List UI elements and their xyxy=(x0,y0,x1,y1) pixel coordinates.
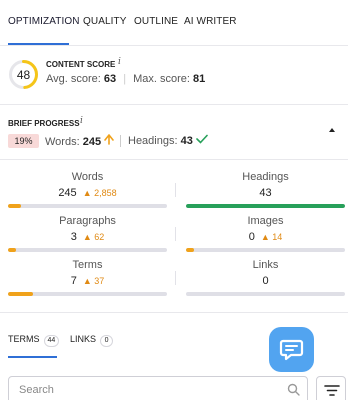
tab-outline[interactable]: OUTLINE xyxy=(134,16,178,27)
column-divider xyxy=(175,271,176,285)
metric-images-label: Images xyxy=(247,215,284,227)
chat-bubble-icon xyxy=(279,339,304,361)
metric-words-label: Words xyxy=(71,171,104,183)
metric-paragraphs-value: 3 xyxy=(70,231,77,243)
progress-fill xyxy=(8,204,21,208)
metric-terms-progress xyxy=(8,292,167,296)
tab-quality[interactable]: QUALITY xyxy=(83,16,127,27)
tab-links[interactable]: LINKS 0 xyxy=(70,334,114,347)
brief-progress-percent-badge: 19% xyxy=(8,134,39,148)
brief-words: Words: 245 xyxy=(45,134,114,148)
tab-ai-writer[interactable]: AI WRITER xyxy=(184,16,237,27)
tab-terms[interactable]: TERMS 44 xyxy=(8,334,60,347)
collapse-caret-icon[interactable] xyxy=(329,128,335,132)
metric-links-value: 0 xyxy=(262,275,269,287)
metric-links-label: Links xyxy=(252,259,279,271)
brief-words-value: 245 xyxy=(82,136,102,148)
filter-icon xyxy=(324,385,340,396)
max-score-label: Max. score: xyxy=(133,73,190,85)
metric-links: Links 0 xyxy=(186,259,345,287)
content-score-value: 48 xyxy=(17,68,31,82)
metric-images-progress xyxy=(186,248,345,252)
terms-count-badge: 44 xyxy=(43,335,60,347)
metric-words-progress xyxy=(8,204,167,208)
search-placeholder: Search xyxy=(19,384,54,396)
metric-headings-label: Headings xyxy=(242,171,289,183)
content-score-info-icon[interactable]: i xyxy=(118,57,121,67)
progress-fill xyxy=(8,248,16,252)
filter-button[interactable] xyxy=(316,376,346,400)
metric-paragraphs-delta: ▲ 62 xyxy=(82,232,105,242)
column-divider xyxy=(175,183,176,197)
metric-headings-progress xyxy=(186,204,345,208)
brief-separator xyxy=(120,135,121,147)
metric-headings-value: 43 xyxy=(259,187,272,199)
top-tab-bar: OPTIMIZATION QUALITY OUTLINE AI WRITER xyxy=(0,0,348,46)
avg-score-value: 63 xyxy=(103,73,117,85)
score-separator: | xyxy=(123,73,127,85)
metric-images-value: 0 xyxy=(248,231,255,243)
links-count-badge: 0 xyxy=(100,335,114,347)
metric-images-delta: ▲ 14 xyxy=(260,232,283,242)
divider xyxy=(0,312,348,313)
metric-headings: Headings 43 xyxy=(186,171,345,199)
progress-fill xyxy=(186,248,194,252)
divider xyxy=(0,159,348,160)
metric-paragraphs-progress xyxy=(8,248,167,252)
metric-terms: Terms 7 ▲ 37 xyxy=(8,259,167,287)
checkmark-icon xyxy=(196,134,208,144)
content-score-title: CONTENT SCORE xyxy=(46,60,116,69)
content-score-ring: 48 xyxy=(9,60,38,89)
metric-paragraphs: Paragraphs 3 ▲ 62 xyxy=(8,215,167,243)
tab-links-label: LINKS xyxy=(70,334,97,344)
tab-optimization[interactable]: OPTIMIZATION xyxy=(8,16,80,27)
brief-headings-value: 43 xyxy=(180,135,193,147)
avg-score-label: Avg. score: xyxy=(46,73,101,85)
brief-headings: Headings: 43 xyxy=(128,134,208,147)
metric-words-delta: ▲ 2,858 xyxy=(82,188,117,198)
chat-button[interactable] xyxy=(269,327,314,372)
progress-fill xyxy=(186,204,345,208)
tab-terms-label: TERMS xyxy=(8,334,40,344)
metric-terms-label: Terms xyxy=(72,259,103,271)
metric-paragraphs-label: Paragraphs xyxy=(59,215,116,227)
search-icon[interactable] xyxy=(287,383,300,396)
brief-headings-label: Headings: xyxy=(128,135,178,147)
arrow-up-icon xyxy=(104,134,114,145)
active-bottom-tab-indicator xyxy=(8,356,57,358)
brief-progress-title: BRIEF PROGRESS xyxy=(8,119,80,128)
max-score-value: 81 xyxy=(193,73,206,85)
metric-words-value: 245 xyxy=(58,187,77,199)
search-input[interactable]: Search xyxy=(8,376,308,400)
metric-terms-value: 7 xyxy=(70,275,77,287)
metric-words: Words 245 ▲ 2,858 xyxy=(8,171,167,199)
active-tab-indicator xyxy=(8,43,69,45)
score-summary: Avg. score: 63 | Max. score: 81 xyxy=(46,73,205,85)
brief-progress-info-icon[interactable]: i xyxy=(80,116,83,126)
column-divider xyxy=(175,227,176,241)
progress-fill xyxy=(8,292,34,296)
metric-links-progress xyxy=(186,292,345,296)
metric-terms-delta: ▲ 37 xyxy=(82,276,105,286)
divider xyxy=(0,104,348,105)
brief-words-label: Words: xyxy=(45,136,80,148)
metric-images: Images 0 ▲ 14 xyxy=(186,215,345,243)
